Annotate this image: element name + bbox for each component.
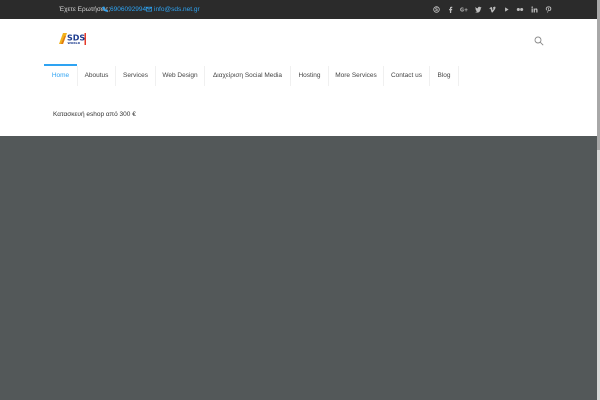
top-bar: Έχετε Ερωτήσεις; 6906092994 info@sds.net… — [0, 0, 600, 19]
svg-text:S: S — [434, 7, 437, 12]
mail-icon — [146, 6, 152, 12]
search-icon[interactable] — [534, 33, 544, 46]
vimeo-icon[interactable] — [488, 6, 496, 14]
youtube-icon[interactable] — [502, 6, 510, 14]
facebook-icon[interactable] — [446, 6, 454, 14]
nav-item-blog[interactable]: Blog — [430, 66, 459, 86]
nav-item-home[interactable]: Home — [44, 64, 78, 86]
nav-item-web-design[interactable]: Web Design — [156, 66, 205, 86]
google-plus-icon[interactable]: G+ — [460, 6, 468, 14]
flickr-icon[interactable] — [516, 6, 524, 14]
nav-item-hosting[interactable]: Hosting — [291, 66, 329, 86]
skype-icon[interactable]: S — [432, 6, 440, 14]
phone-icon — [102, 6, 108, 12]
svg-text:WORLD: WORLD — [68, 41, 81, 45]
promo-text: Κατασκευή eshop από 300 € — [53, 111, 136, 118]
email-address: info@sds.net.gr — [154, 6, 200, 13]
site-logo[interactable]: SDS WORLD — [57, 32, 87, 46]
nav-item-aboutus[interactable]: Aboutus — [78, 66, 116, 86]
twitter-icon[interactable] — [474, 6, 482, 14]
phone-link[interactable]: 6906092994 — [102, 0, 146, 19]
nav-item-contact-us[interactable]: Contact us — [384, 66, 430, 86]
email-link[interactable]: info@sds.net.gr — [146, 0, 200, 19]
svg-text:G+: G+ — [460, 7, 468, 13]
nav-item-services[interactable]: Services — [116, 66, 156, 86]
phone-number: 6906092994 — [110, 6, 147, 13]
linkedin-icon[interactable] — [530, 6, 538, 14]
nav-item-more-services[interactable]: More Services — [329, 66, 384, 86]
site-header: SDS WORLD Home Aboutus Services Web Desi… — [0, 19, 600, 136]
pinterest-icon[interactable] — [544, 6, 552, 14]
nav-item-social-media[interactable]: Διαχείριση Social Media — [205, 66, 291, 86]
social-links: S G+ — [432, 0, 552, 19]
main-navigation: Home Aboutus Services Web Design Διαχείρ… — [44, 64, 459, 86]
